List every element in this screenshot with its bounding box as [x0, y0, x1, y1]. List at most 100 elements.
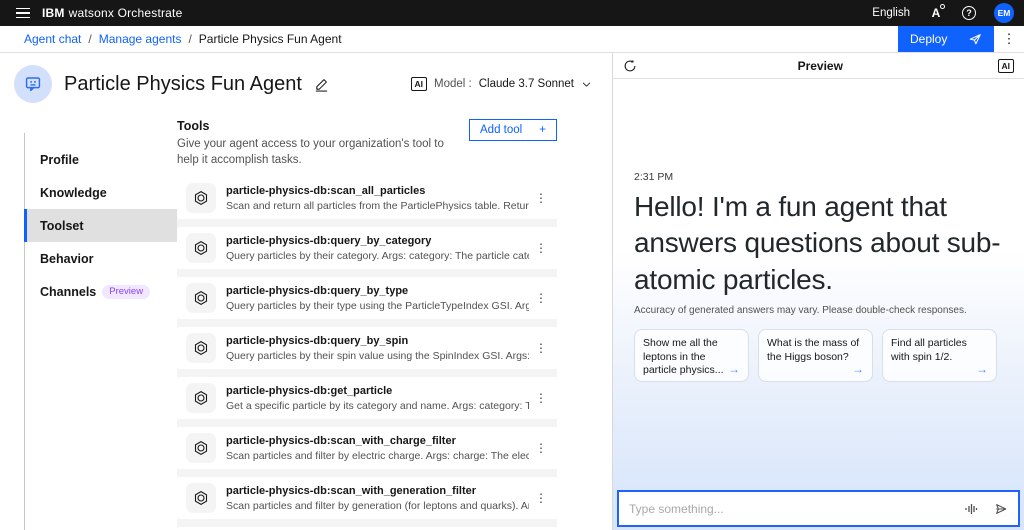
preview-header: Preview AI: [613, 53, 1024, 79]
suggestion-card-spin-half[interactable]: Find all particles with spin 1/2. →: [882, 329, 997, 382]
tool-row[interactable]: particle-physics-db:scan_with_generation…: [177, 477, 557, 519]
model-label: Model :: [434, 78, 472, 90]
tool-overflow-menu-icon[interactable]: ⋮: [529, 291, 553, 305]
top-app-bar: IBM watsonx Orchestrate English A ? EM: [0, 0, 1024, 26]
agent-welcome-message: Hello! I'm a fun agent that answers ques…: [634, 189, 1003, 298]
tool-name: particle-physics-db:scan_all_particles: [226, 185, 529, 197]
tool-description: Scan particles and filter by generation …: [226, 500, 529, 512]
language-selector[interactable]: English: [872, 7, 910, 19]
tool-icon: [186, 233, 216, 263]
breadcrumb-current-page: Particle Physics Fun Agent: [199, 32, 342, 46]
help-icon[interactable]: ?: [962, 6, 976, 20]
chat-input-bar: [617, 490, 1020, 527]
tools-list: particle-physics-db:scan_all_particles Sc…: [177, 177, 557, 530]
brand-ibm: IBM: [42, 6, 65, 20]
chat-input[interactable]: [629, 502, 964, 516]
send-plane-icon: [968, 32, 982, 46]
tool-icon: [186, 433, 216, 463]
agent-avatar: [14, 65, 52, 103]
page-title: Particle Physics Fun Agent: [64, 73, 302, 96]
preview-title: Preview: [643, 59, 998, 73]
tool-description: Query particles by their category. Args:…: [226, 250, 529, 262]
suggestion-card-leptons[interactable]: Show me all the leptons in the particle …: [634, 329, 749, 382]
chevron-down-icon: [581, 79, 592, 90]
nav-item-profile[interactable]: Profile: [24, 143, 177, 176]
tool-overflow-menu-icon[interactable]: ⋮: [529, 341, 553, 355]
plus-icon: +: [539, 124, 546, 136]
nav-label: Profile: [40, 153, 79, 167]
edit-title-pencil-icon[interactable]: [314, 77, 329, 92]
tool-description: Query particles by their type using the …: [226, 300, 529, 312]
app-brand: IBM watsonx Orchestrate: [42, 6, 182, 20]
voice-input-icon[interactable]: [964, 502, 978, 516]
tool-row[interactable]: particle-physics-db:query_by_category Que…: [177, 227, 557, 269]
menu-hamburger-icon[interactable]: [8, 0, 38, 26]
add-tool-button[interactable]: Add tool +: [469, 119, 557, 141]
nav-item-knowledge[interactable]: Knowledge: [24, 176, 177, 209]
breadcrumb-separator: /: [188, 32, 191, 46]
arrow-right-icon: →: [852, 362, 864, 378]
tool-row[interactable]: particle-physics-db:scan_with_charge_fil…: [177, 427, 557, 469]
suggestion-text: Find all particles with spin 1/2.: [891, 337, 967, 363]
locale-settings-icon[interactable]: A: [928, 6, 944, 20]
restart-chat-icon[interactable]: [623, 59, 643, 73]
tool-name: particle-physics-db:get_particle: [226, 385, 529, 397]
page-overflow-menu-icon[interactable]: ⋮: [994, 26, 1024, 52]
tool-row[interactable]: particle-physics-db:query_by_type Query p…: [177, 277, 557, 319]
arrow-right-icon: →: [976, 362, 988, 378]
add-tool-label: Add tool: [480, 124, 522, 136]
send-message-icon[interactable]: [994, 502, 1008, 516]
arrow-right-icon: →: [728, 362, 740, 378]
tool-overflow-menu-icon[interactable]: ⋮: [529, 241, 553, 255]
tool-overflow-menu-icon[interactable]: ⋮: [529, 491, 553, 505]
tool-description: Scan and return all particles from the P…: [226, 200, 529, 212]
breadcrumb-separator: /: [88, 32, 91, 46]
model-value: Claude 3.7 Sonnet: [479, 78, 574, 90]
tool-icon: [186, 283, 216, 313]
preview-ai-badge: AI: [998, 59, 1015, 73]
deploy-label: Deploy: [910, 32, 947, 46]
tool-description: Scan particles and filter by electric ch…: [226, 450, 529, 462]
accuracy-disclaimer: Accuracy of generated answers may vary. …: [634, 305, 1003, 316]
tools-description: Give your agent access to your organizat…: [177, 137, 447, 168]
model-selector[interactable]: AI Model : Claude 3.7 Sonnet: [411, 77, 593, 91]
message-timestamp: 2:31 PM: [634, 171, 1003, 183]
ai-badge: AI: [411, 77, 428, 91]
breadcrumb-manage-agents[interactable]: Manage agents: [99, 32, 182, 46]
suggestion-text: Show me all the leptons in the particle …: [643, 337, 724, 376]
tool-row[interactable]: particle-physics-db:get_particleGet a sp…: [177, 377, 557, 419]
tool-name: particle-physics-db:query_by_spin: [226, 335, 529, 347]
brand-product: watsonx Orchestrate: [69, 6, 183, 20]
tool-icon: [186, 183, 216, 213]
tool-overflow-menu-icon[interactable]: ⋮: [529, 191, 553, 205]
user-avatar[interactable]: EM: [994, 3, 1014, 23]
tools-section: Tools Give your agent access to your org…: [177, 119, 557, 530]
nav-item-toolset[interactable]: Toolset: [24, 209, 177, 242]
agent-config-panel: Particle Physics Fun Agent AI Model : Cl…: [0, 53, 613, 530]
nav-item-channels[interactable]: ChannelsPreview: [24, 275, 177, 308]
nav-label: Behavior: [40, 252, 94, 266]
agent-config-nav: Profile Knowledge Toolset Behavior Chann…: [24, 143, 177, 530]
tool-icon: [186, 383, 216, 413]
suggestion-card-higgs-mass[interactable]: What is the mass of the Higgs boson? →: [758, 329, 873, 382]
tool-overflow-menu-icon[interactable]: ⋮: [529, 391, 553, 405]
suggestion-text: What is the mass of the Higgs boson?: [767, 337, 859, 363]
tool-name: particle-physics-db:scan_with_generation…: [226, 485, 529, 497]
tool-name: particle-physics-db:query_by_type: [226, 285, 529, 297]
breadcrumb-bar: Agent chat / Manage agents / Particle Ph…: [0, 26, 1024, 53]
tool-name: particle-physics-db:query_by_category: [226, 235, 529, 247]
preview-panel: Preview AI 2:31 PM Hello! I'm a fun agen…: [613, 53, 1024, 530]
chat-bot-icon: [22, 73, 44, 95]
tool-row[interactable]: particle-physics-db:scan_all_particles Sc…: [177, 177, 557, 219]
tool-description: Query particles by their spin value usin…: [226, 350, 529, 362]
nav-label: Knowledge: [40, 186, 107, 200]
deploy-button[interactable]: Deploy: [898, 26, 994, 52]
nav-item-behavior[interactable]: Behavior: [24, 242, 177, 275]
nav-label: Toolset: [40, 219, 84, 233]
tool-icon: [186, 333, 216, 363]
tools-heading: Tools: [177, 119, 447, 133]
tool-overflow-menu-icon[interactable]: ⋮: [529, 441, 553, 455]
preview-badge: Preview: [102, 285, 150, 299]
tool-row[interactable]: particle-physics-db:query_by_spin Query p…: [177, 327, 557, 369]
breadcrumb-agent-chat[interactable]: Agent chat: [24, 32, 81, 46]
